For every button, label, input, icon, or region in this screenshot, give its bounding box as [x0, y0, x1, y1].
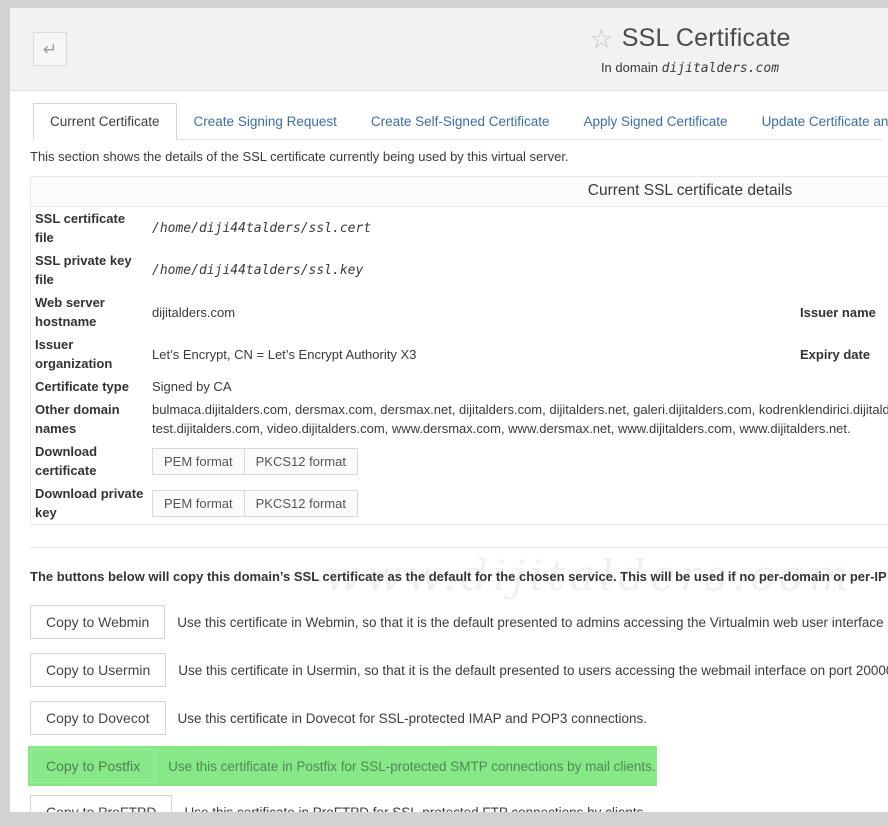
ssl-cert-file-path: /home/diji44talders/ssl.cert: [148, 207, 888, 250]
webmin-description: Use this certificate in Webmin, so that …: [177, 615, 888, 630]
row-label: Issuer name: [796, 291, 888, 333]
dovecot-description: Use this certificate in Dovecot for SSL-…: [178, 711, 647, 726]
row-label: Issuer organization: [31, 333, 149, 375]
tab-apply-signed-certificate[interactable]: Apply Signed Certificate: [566, 104, 744, 139]
copy-to-webmin-button[interactable]: Copy to Webmin: [30, 605, 165, 639]
row-label: Web server hostname: [31, 291, 149, 333]
download-cert-pem-button[interactable]: PEM format: [152, 448, 245, 475]
copy-postfix-row-highlighted: Copy to Postfix Use this certificate in …: [28, 746, 657, 786]
domains-line-2: test.dijitalders.com, video.dijitalders.…: [152, 419, 888, 438]
domain-name: dijitalders.com: [662, 61, 779, 76]
download-key-pem-button[interactable]: PEM format: [152, 490, 245, 517]
copy-to-postfix-button[interactable]: Copy to Postfix: [30, 749, 156, 783]
issuer-organization: Let’s Encrypt, CN = Let’s Encrypt Author…: [148, 333, 796, 375]
certificate-type: Signed by CA: [148, 375, 888, 398]
postfix-description: Use this certificate in Postfix for SSL-…: [168, 759, 655, 774]
row-label: Other domain names: [31, 398, 149, 440]
table-row: Web server hostname dijitalders.com Issu…: [31, 291, 888, 333]
table-row: Other domain names bulmaca.dijitalders.c…: [31, 398, 888, 440]
certificate-details-table: Current SSL certificate details SSL cert…: [30, 176, 888, 525]
table-row: Download certificate PEM format PKCS12 f…: [31, 440, 888, 482]
copy-proftpd-row: Copy to ProFTPD Use this certificate in …: [30, 795, 888, 812]
row-label: SSL private key file: [31, 249, 149, 291]
return-arrow-icon: ↵: [43, 40, 57, 59]
main-content: This section shows the details of the SS…: [10, 149, 888, 812]
proftpd-description: Use this certificate in ProFTPD for SSL-…: [184, 805, 647, 813]
row-label: SSL certificate file: [31, 207, 149, 250]
usermin-description: Use this certificate in Usermin, so that…: [178, 663, 888, 678]
table-title: Current SSL certificate details: [31, 177, 888, 207]
row-label: Certificate type: [31, 375, 149, 398]
row-label: Download private key: [31, 482, 149, 525]
subtitle-prefix: In domain: [601, 60, 662, 75]
download-cert-pkcs12-button[interactable]: PKCS12 format: [244, 448, 358, 475]
tab-current-certificate[interactable]: Current Certificate: [33, 103, 177, 140]
copy-dovecot-row: Copy to Dovecot Use this certificate in …: [30, 701, 888, 735]
page-subtitle: In domain dijitalders.com: [490, 60, 888, 76]
row-label: Expiry date: [796, 333, 888, 375]
section-description: This section shows the details of the SS…: [30, 149, 888, 164]
page-title: SSL Certificate: [622, 24, 791, 52]
page-header: ↵ ☆ SSL Certificate In domain dijitalders…: [10, 8, 888, 91]
download-key-buttons: PEM format PKCS12 format: [152, 490, 358, 517]
other-domain-names: bulmaca.dijitalders.com, dersmax.com, de…: [148, 398, 888, 440]
web-server-hostname: dijitalders.com: [148, 291, 796, 333]
ssl-key-file-path: /home/diji44talders/ssl.key: [148, 249, 888, 291]
copy-to-proftpd-button[interactable]: Copy to ProFTPD: [30, 795, 172, 812]
section-divider: [30, 547, 888, 548]
back-button[interactable]: ↵: [33, 32, 67, 66]
table-row: SSL certificate file /home/diji44talders…: [31, 207, 888, 250]
tab-create-self-signed-certificate[interactable]: Create Self-Signed Certificate: [354, 104, 567, 139]
table-row: SSL private key file /home/diji44talders…: [31, 249, 888, 291]
star-icon[interactable]: ☆: [589, 24, 613, 54]
domains-line-1: bulmaca.dijitalders.com, dersmax.com, de…: [152, 400, 888, 419]
copy-usermin-row: Copy to Usermin Use this certificate in …: [30, 653, 888, 687]
table-row: Certificate type Signed by CA: [31, 375, 888, 398]
table-row: Issuer organization Let’s Encrypt, CN = …: [31, 333, 888, 375]
tab-bar: Current Certificate Create Signing Reque…: [33, 103, 883, 140]
copy-to-dovecot-button[interactable]: Copy to Dovecot: [30, 701, 166, 735]
content-panel: ↵ ☆ SSL Certificate In domain dijitalders…: [10, 8, 888, 812]
download-certificate-buttons: PEM format PKCS12 format: [152, 448, 358, 475]
tab-update-certificate-and-key[interactable]: Update Certificate and Key: [745, 104, 888, 139]
tab-create-signing-request[interactable]: Create Signing Request: [177, 104, 354, 139]
copy-webmin-row: Copy to Webmin Use this certificate in W…: [30, 605, 888, 639]
table-row: Download private key PEM format PKCS12 f…: [31, 482, 888, 525]
copy-section-description: The buttons below will copy this domain’…: [30, 569, 888, 584]
title-block: ☆ SSL Certificate In domain dijitalders.c…: [490, 24, 888, 76]
download-key-pkcs12-button[interactable]: PKCS12 format: [244, 490, 358, 517]
row-label: Download certificate: [31, 440, 149, 482]
copy-to-usermin-button[interactable]: Copy to Usermin: [30, 653, 166, 687]
